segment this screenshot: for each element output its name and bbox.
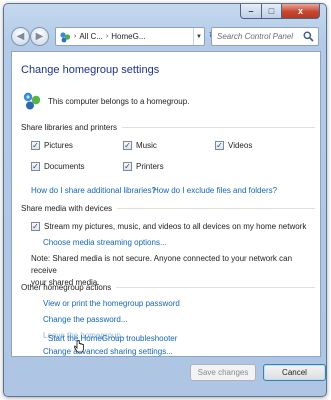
media-streaming-options-link[interactable]: Choose media streaming options... [43,238,167,247]
share-libraries-heading: Share libraries and printers [21,123,315,132]
checkmark-icon[interactable]: ✓ [123,141,132,150]
homegroup-troubleshooter-link[interactable]: Start the HomeGroup troubleshooter [48,334,177,343]
printers-checkbox[interactable]: ✓ Printers [123,162,164,171]
save-changes-button[interactable]: Save changes [190,364,256,381]
section-heading-text: Share libraries and printers [21,123,118,132]
videos-checkbox[interactable]: ✓ Videos [215,141,252,150]
forward-button[interactable]: ▶ [30,27,49,46]
section-heading-text: Other homegroup actions [21,283,112,292]
note-text: Note: Shared media is not secure. Anyone… [31,254,293,275]
checkmark-icon[interactable]: ✓ [215,141,224,150]
address-dropdown-icon[interactable]: ▼ [193,28,204,45]
stream-media-checkbox[interactable]: ✓ Stream my pictures, music, and videos … [31,222,306,231]
checkbox-label: Stream my pictures, music, and videos to… [44,222,307,231]
checkbox-label: Videos [228,141,253,150]
share-media-heading: Share media with devices [21,204,315,213]
checkmark-icon[interactable]: ✓ [123,162,132,171]
exclude-files-link[interactable]: How do I exclude files and folders? [153,186,277,195]
music-checkbox[interactable]: ✓ Music [123,141,157,150]
advanced-sharing-settings-link[interactable]: Change advanced sharing settings... [43,347,173,356]
homegroup-settings-panel: Change homegroup settings This computer … [11,51,321,357]
breadcrumb-separator-icon: › [105,33,109,40]
view-print-password-link[interactable]: View or print the homegroup password [43,299,180,308]
address-bar[interactable]: › All C... › HomeG... ▼ [55,27,205,46]
checkbox-label: Documents [44,162,85,171]
documents-checkbox[interactable]: ✓ Documents [31,162,84,171]
dialog-footer: Save changes Cancel [11,359,326,387]
section-divider [116,287,315,288]
breadcrumb-homegroup[interactable]: HomeG... [111,32,145,41]
other-actions-heading: Other homegroup actions [21,283,315,292]
checkmark-icon[interactable]: ✓ [31,141,40,150]
homegroup-status: This computer belongs to a homegroup. [22,91,189,111]
section-divider [122,127,315,128]
checkbox-label: Music [136,141,157,150]
breadcrumb-all-control-panel[interactable]: All C... [79,32,103,41]
checkmark-icon[interactable]: ✓ [31,222,40,231]
section-divider [117,208,315,209]
cancel-button[interactable]: Cancel [263,364,326,381]
search-box[interactable] [211,27,319,46]
homegroup-icon [60,31,71,42]
caption-buttons: – □ x [240,4,320,19]
page-title: Change homegroup settings [21,64,160,76]
membership-text: This computer belongs to a homegroup. [48,96,190,106]
checkbox-label: Printers [136,162,164,171]
navigation-bar: ◀ ▶ › All C... › HomeG... ▼ ↻ [11,26,319,48]
back-arrow-icon: ◀ [16,31,25,42]
share-additional-libraries-link[interactable]: How do I share additional libraries? [31,186,156,195]
pictures-checkbox[interactable]: ✓ Pictures [31,141,73,150]
checkbox-label: Pictures [44,141,73,150]
maximize-button[interactable]: □ [262,4,282,19]
search-icon[interactable] [303,31,314,42]
change-password-link[interactable]: Change the password... [43,315,128,324]
close-button[interactable]: x [282,4,320,19]
checkmark-icon[interactable]: ✓ [31,162,40,171]
homegroup-icon [23,92,41,110]
search-input[interactable] [217,32,317,41]
forward-arrow-icon: ▶ [35,31,44,42]
minimize-button[interactable]: – [240,4,262,19]
breadcrumb-separator-icon: › [74,33,77,40]
section-heading-text: Share media with devices [21,204,113,213]
back-button[interactable]: ◀ [11,27,30,46]
